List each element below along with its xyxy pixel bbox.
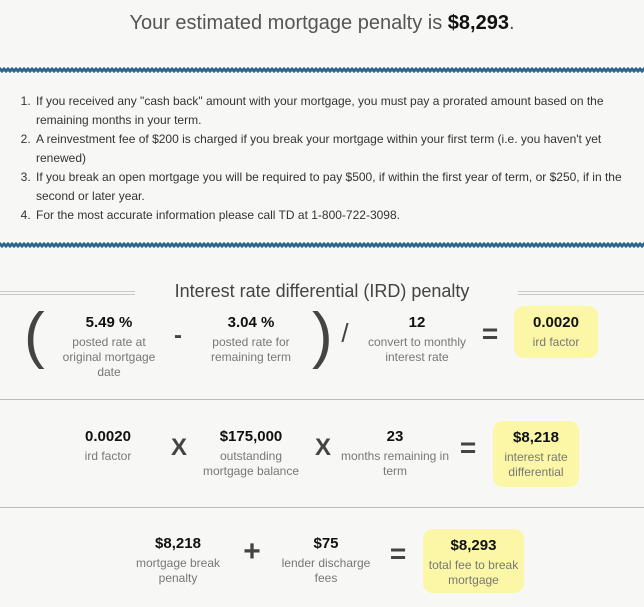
mortgage-balance-label: outstanding mortgage balance — [202, 449, 300, 478]
total-fee-result: $8,293 total fee to break mortgage — [423, 529, 524, 593]
ird-factor-result: 0.0020 ird factor — [514, 306, 598, 358]
discharge-fees: $75 lender discharge fees — [276, 535, 376, 586]
headline-amount: $8,293 — [447, 12, 509, 34]
total-fee-result-label: total fee to break mortgage — [428, 558, 519, 587]
months-divisor-value: 12 — [408, 314, 426, 331]
close-paren: ) — [312, 301, 333, 370]
ird-factor-result-value: 0.0020 — [533, 314, 579, 331]
months-remaining: 23 months remaining in term — [340, 428, 450, 479]
discharge-fees-value: $75 — [313, 535, 339, 552]
note-item: A reinvestment fee of $200 is charged if… — [34, 130, 634, 168]
posted-rate-remaining: 3.04 % posted rate for remaining term — [196, 314, 306, 365]
break-penalty: $8,218 mortgage break penalty — [130, 535, 226, 586]
ird-factor-result-label: ird factor — [532, 335, 580, 349]
note-item: If you break an open mortgage you will b… — [34, 168, 634, 206]
ird-factor: 0.0020 ird factor — [72, 428, 144, 464]
posted-rate-original-value: 5.49 % — [85, 314, 133, 331]
discharge-fees-label: lender discharge fees — [281, 556, 371, 585]
row-divider — [0, 507, 644, 508]
headline-suffix: . — [508, 12, 515, 34]
title-rule-right — [518, 291, 644, 295]
months-divisor: 12 convert to monthly interest rate — [362, 314, 472, 365]
plus-operator: + — [243, 535, 261, 568]
mortgage-balance: $175,000 outstanding mortgage balance — [196, 428, 306, 479]
note-item: If you received any "cash back" amount w… — [34, 92, 634, 130]
ird-result: $8,218 interest rate differential — [493, 421, 579, 487]
break-penalty-value: $8,218 — [155, 535, 201, 552]
wavy-divider — [0, 242, 644, 248]
mortgage-balance-value: $175,000 — [219, 428, 283, 445]
penalty-headline: Your estimated mortgage penalty is $8,29… — [0, 12, 644, 35]
ird-factor-label: ird factor — [84, 449, 132, 463]
times-operator: X — [170, 434, 187, 461]
ird-factor-value: 0.0020 — [85, 428, 131, 445]
times-operator: X — [314, 434, 331, 461]
wavy-divider — [0, 67, 644, 73]
note-item: For the most accurate information please… — [34, 206, 634, 225]
posted-rate-remaining-label: posted rate for remaining term — [210, 335, 292, 364]
posted-rate-remaining-value: 3.04 % — [227, 314, 275, 331]
open-paren: ( — [24, 301, 45, 370]
equals-operator: = — [389, 538, 407, 569]
break-penalty-label: mortgage break penalty — [135, 556, 221, 585]
minus-operator: - — [174, 322, 182, 349]
posted-rate-original-label: posted rate at original mortgage date — [62, 335, 156, 379]
row-divider — [0, 399, 644, 400]
total-fee-result-value: $8,293 — [450, 537, 497, 554]
months-remaining-value: 23 — [386, 428, 404, 445]
divide-operator: / — [341, 318, 349, 348]
months-remaining-label: months remaining in term — [340, 449, 450, 478]
months-divisor-label: convert to monthly interest rate — [367, 335, 467, 364]
notes-list: If you received any "cash back" amount w… — [34, 92, 634, 225]
headline-prefix: Your estimated mortgage penalty is — [129, 12, 448, 34]
equals-operator: = — [481, 318, 499, 349]
ird-result-label: interest rate differential — [504, 450, 568, 479]
equals-operator: = — [459, 432, 477, 463]
ird-result-value: $8,218 — [513, 429, 559, 446]
posted-rate-original: 5.49 % posted rate at original mortgage … — [56, 314, 162, 380]
